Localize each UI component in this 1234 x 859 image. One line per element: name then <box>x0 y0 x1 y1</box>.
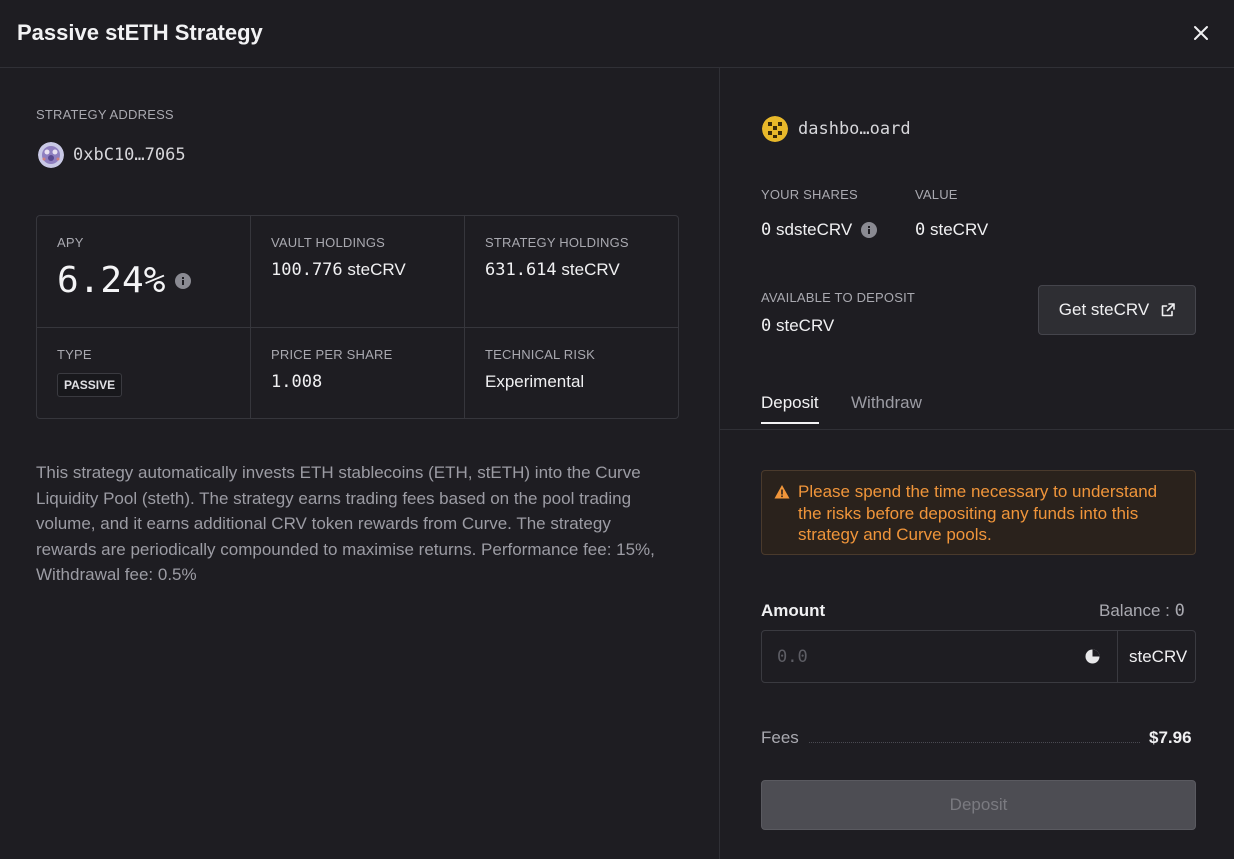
price-per-share-value: 1.008 <box>271 372 323 392</box>
apy-value: 6.24% <box>57 260 166 301</box>
price-per-share-cell: PRICE PER SHARE 1.008 <box>271 347 392 392</box>
type-cell: TYPE PASSIVE <box>57 347 123 397</box>
amount-label: Amount <box>761 601 826 620</box>
amount-divider <box>1117 631 1118 682</box>
apy-value-row: 6.24% <box>57 260 192 301</box>
type-badge: PASSIVE <box>57 373 123 397</box>
technical-risk-label: TECHNICAL RISK <box>485 347 595 362</box>
value-label: VALUE <box>915 187 958 202</box>
technical-risk-value: Experimental <box>485 372 585 391</box>
price-per-share-label: PRICE PER SHARE <box>271 347 393 362</box>
type-label: TYPE <box>57 347 92 362</box>
strategy-holdings-cell: STRATEGY HOLDINGS 631.614 steCRV <box>485 235 629 280</box>
info-icon[interactable] <box>861 222 878 238</box>
fees-leader <box>809 742 1140 743</box>
balance: Balance : 0 <box>1099 601 1185 621</box>
deposit-button[interactable]: Deposit <box>761 780 1196 830</box>
apy-cell: APY 6.24% <box>57 235 192 301</box>
stats-divider <box>37 327 678 328</box>
modal-header: Passive stETH Strategy <box>0 0 1234 68</box>
amount-input[interactable] <box>762 631 1102 682</box>
vault-holdings-value: 100.776 steCRV <box>271 260 406 280</box>
modal-title: Passive stETH Strategy <box>17 20 263 45</box>
account-name[interactable]: dashbo…oard <box>762 116 911 142</box>
available-label: AVAILABLE TO DEPOSIT <box>761 290 916 305</box>
apy-label: APY <box>57 235 84 250</box>
deposit-withdraw-tabs: Deposit Withdraw <box>720 388 1234 430</box>
strategy-holdings-label: STRATEGY HOLDINGS <box>485 235 629 250</box>
your-shares-value: 0 sdsteCRV <box>761 220 878 240</box>
panel-divider <box>719 68 720 859</box>
value-amount: 0 steCRV <box>915 220 989 240</box>
risk-warning-text: Please spend the time necessary to under… <box>798 482 1158 544</box>
strategy-stats: APY 6.24% VAULT HOLDINGS 100.776 steCRV … <box>36 215 679 419</box>
available-value: 0 steCRV <box>761 316 835 336</box>
your-shares-label: YOUR SHARES <box>761 187 858 202</box>
vault-holdings-label: VAULT HOLDINGS <box>271 235 386 250</box>
amount-field: steCRV <box>761 630 1196 683</box>
tab-withdraw[interactable]: Withdraw <box>851 393 922 413</box>
get-stecrv-button[interactable]: Get steCRV <box>1038 285 1196 335</box>
strategy-holdings-value: 631.614 steCRV <box>485 260 620 280</box>
account-name-text: dashbo…oard <box>798 119 911 139</box>
strategy-description: This strategy automatically invests ETH … <box>36 463 655 584</box>
external-link-icon <box>1161 303 1175 317</box>
amount-unit: steCRV <box>1129 647 1188 666</box>
info-icon[interactable] <box>175 272 192 289</box>
warning-icon <box>774 485 790 499</box>
stats-divider <box>464 216 465 418</box>
close-icon[interactable] <box>1190 22 1212 44</box>
fees-value: $7.96 <box>1149 728 1192 747</box>
fees-label: Fees <box>761 728 799 747</box>
max-icon[interactable] <box>1084 648 1101 665</box>
strategy-address-text: 0xbC10…7065 <box>73 145 186 165</box>
avatar <box>762 116 788 142</box>
avatar <box>38 142 64 168</box>
risk-warning: Please spend the time necessary to under… <box>761 470 1196 555</box>
tab-deposit[interactable]: Deposit <box>761 393 819 424</box>
vault-holdings-cell: VAULT HOLDINGS 100.776 steCRV <box>271 235 406 280</box>
technical-risk-cell: TECHNICAL RISK Experimental <box>485 347 595 392</box>
strategy-address[interactable]: 0xbC10…7065 <box>38 142 186 168</box>
stats-divider <box>250 216 251 418</box>
strategy-address-label: STRATEGY ADDRESS <box>36 107 174 122</box>
